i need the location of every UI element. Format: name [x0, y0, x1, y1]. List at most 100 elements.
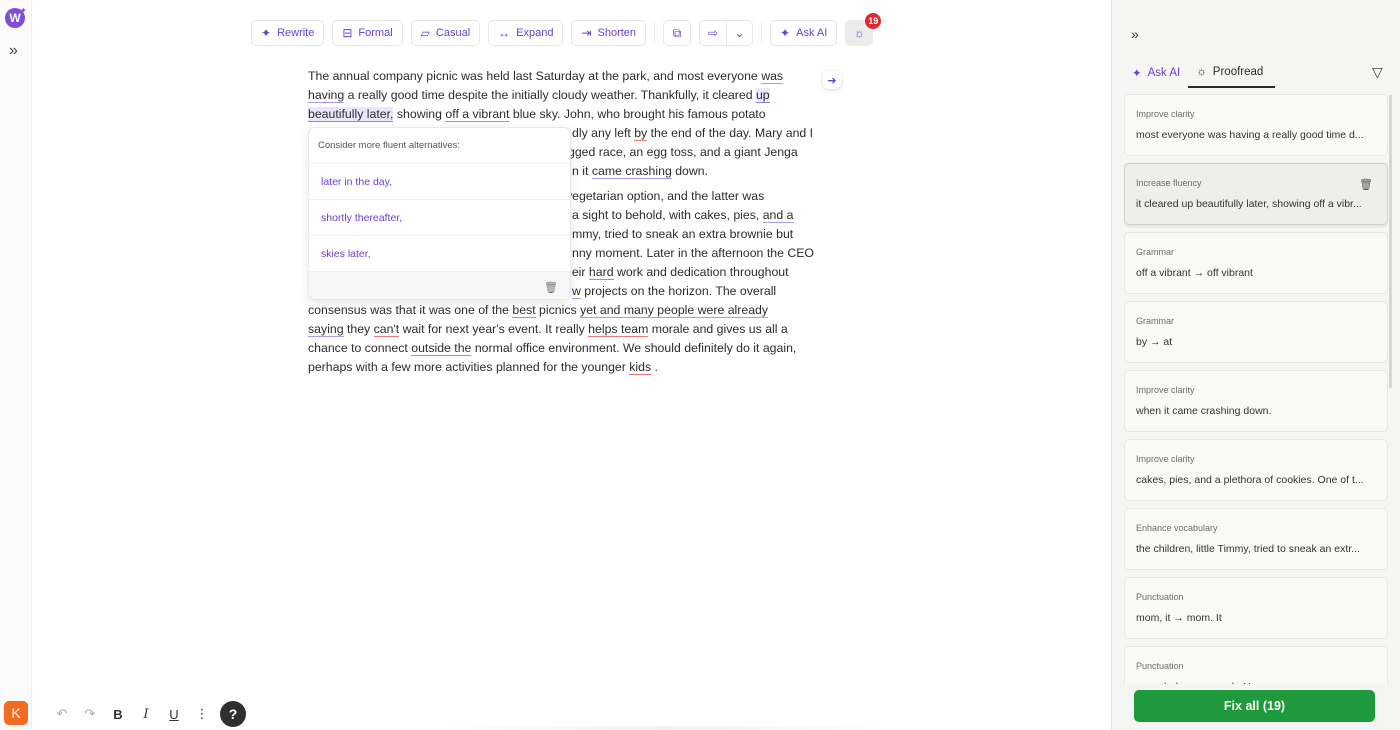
text-run: Timmy, tried to sneak an extr...: [1214, 543, 1360, 555]
suggestion-highlight[interactable]: best: [512, 303, 536, 318]
suggestion-text: mom, it → mom. It: [1136, 612, 1376, 624]
suggestion-category: Improve clarity: [1136, 109, 1195, 119]
suggestion-highlight: and a plethora of cookies.: [1194, 474, 1315, 486]
text-run: they: [343, 322, 374, 336]
suggestion-highlight[interactable]: yet and many people were already: [580, 303, 769, 318]
rewrite-button[interactable]: ✦ Rewrite: [251, 20, 325, 46]
filter-icon[interactable]: ▽: [1372, 64, 1383, 81]
text-run: → speech. He: [1187, 681, 1257, 684]
undo-icon: ↶: [56, 706, 68, 721]
suggestion-card[interactable]: Punctuation mom, it → mom. It: [1124, 577, 1388, 639]
suggestion-highlight: was having: [1207, 129, 1261, 141]
expand-label: Expand: [516, 27, 554, 39]
popover-heading: Consider more fluent alternatives:: [309, 128, 570, 164]
suggestion-card[interactable]: Increase fluency it cleared up beautifull…: [1124, 163, 1388, 225]
text-run: it cleared: [1136, 198, 1182, 210]
suggestion-card[interactable]: Enhance vocabulary the children, little T…: [1124, 508, 1388, 570]
underline-icon: U: [169, 706, 179, 722]
help-button[interactable]: ?: [220, 701, 246, 727]
left-rail: W ✦ » K: [0, 0, 32, 730]
suggestion-highlight[interactable]: and a: [762, 208, 794, 223]
tab-proofread-label: Proofread: [1212, 66, 1264, 78]
toolbar-divider: [761, 22, 763, 44]
formal-button[interactable]: ⊟ Formal: [332, 20, 403, 46]
panel-scrollbar[interactable]: [1389, 95, 1392, 388]
text-run: a really good time d...: [1260, 129, 1364, 141]
casual-button[interactable]: ▱ Casual: [410, 20, 481, 46]
dismiss-trash-icon[interactable]: 🗑: [544, 281, 558, 294]
suggestion-category: Grammar: [1136, 247, 1174, 257]
shorten-button[interactable]: ⇥ Shorten: [571, 20, 647, 46]
user-avatar[interactable]: K: [4, 701, 28, 725]
suggestion-card[interactable]: Improve clarity cakes, pies, and a pletho…: [1124, 439, 1388, 501]
suggestion-card[interactable]: Improve clarity when it came crashing dow…: [1124, 370, 1388, 432]
fix-all-button[interactable]: Fix all (19): [1134, 690, 1375, 722]
more-options-button[interactable]: ⋮: [188, 703, 216, 725]
suggestion-highlight: mom, it: [1136, 612, 1171, 624]
expand-button[interactable]: ↔ Expand: [488, 20, 564, 46]
text-run: normal office environment. We should def…: [471, 341, 797, 355]
suggestion-category: Punctuation: [1136, 661, 1184, 671]
tab-proofread[interactable]: ☼ Proofread: [1188, 58, 1276, 88]
ask-ai-label: Ask AI: [796, 27, 828, 39]
suggestion-text: when it came crashing down.: [1136, 405, 1376, 417]
suggestion-highlight[interactable]: helps team: [588, 322, 649, 337]
bold-button[interactable]: B: [104, 703, 132, 725]
proofread-toggle-button[interactable]: ☼ 19: [845, 13, 882, 46]
suggestion-card[interactable]: Grammar by → at: [1124, 301, 1388, 363]
folder-icon: ▱: [420, 26, 430, 40]
suggestion-popover: Consider more fluent alternatives: later…: [308, 127, 571, 300]
text-run: dly any left: [572, 126, 635, 140]
text-run: nny moment. Later in the afternoon the C…: [572, 246, 814, 260]
suggestion-card[interactable]: Improve clarity most everyone was having …: [1124, 94, 1388, 156]
italic-button[interactable]: I: [132, 703, 160, 725]
tab-ask-ai[interactable]: ✦ Ask AI: [1124, 58, 1188, 88]
text-run: perhaps with a few more activities plann…: [308, 360, 630, 374]
sparkles-icon: ✦: [261, 26, 272, 40]
proofread-panel: » ✦ Ask AI ☼ Proofread ▽ Improve clarity…: [1111, 0, 1400, 730]
suggestion-highlight[interactable]: off a vibrant: [445, 107, 510, 122]
suggestion-card[interactable]: Grammar off a vibrant → off vibrant: [1124, 232, 1388, 294]
redo-button[interactable]: ↷: [76, 703, 104, 725]
suggestion-option[interactable]: skies later,: [309, 236, 570, 272]
send-to-panel-arrow-icon[interactable]: ➜: [823, 71, 841, 89]
suggestion-list: Improve clarity most everyone was having …: [1124, 94, 1388, 684]
suggestion-highlight: little: [1196, 543, 1215, 555]
suggestion-highlight[interactable]: saying: [308, 322, 344, 337]
text-run: chance to connect: [308, 341, 412, 355]
continue-writing-button[interactable]: ⇨: [700, 21, 726, 45]
suggestion-highlight[interactable]: came crashing: [591, 164, 672, 179]
underline-button[interactable]: U: [160, 703, 188, 725]
sparkle-icon: ✦: [1132, 68, 1142, 80]
popover-footer: 🗑: [309, 272, 570, 299]
text-run: when it: [1136, 405, 1173, 417]
continue-options-dropdown[interactable]: ⌄: [726, 21, 752, 45]
suggestion-option[interactable]: later in the day,: [309, 164, 570, 200]
suggestion-highlight[interactable]: can't: [373, 322, 400, 337]
sparkle-icon: ✦: [20, 6, 27, 15]
suggestion-highlight: by: [1136, 336, 1148, 348]
chevron-down-icon: ⌄: [734, 26, 745, 40]
expand-sidebar-icon[interactable]: »: [9, 42, 18, 60]
suggestion-count-badge: 19: [865, 13, 882, 29]
expand-arrows-icon: ↔: [498, 26, 511, 40]
suggestion-highlight[interactable]: w: [572, 284, 581, 299]
briefcase-icon: ⊟: [342, 26, 353, 40]
suggestion-text: the children, little Timmy, tried to sne…: [1136, 543, 1376, 555]
suggestion-highlight[interactable]: hard: [588, 265, 614, 280]
format-toolbar: ↶ ↷ B I U ⋮ ?: [48, 701, 246, 727]
suggestion-highlight[interactable]: outside the: [411, 341, 472, 356]
dismiss-trash-icon[interactable]: 🗑: [1359, 178, 1373, 191]
collapse-panel-icon[interactable]: »: [1131, 26, 1139, 42]
text-run: wait for next year's event. It really: [399, 322, 589, 336]
suggestion-option[interactable]: shortly thereafter,: [309, 200, 570, 236]
suggestion-highlight[interactable]: by: [634, 126, 648, 141]
suggestion-card[interactable]: Punctuation speech, he → speech. He: [1124, 646, 1388, 684]
ai-toolbar: ✦ Rewrite ⊟ Formal ▱ Casual ↔ Expand ⇥ S…: [251, 13, 882, 46]
ask-ai-button[interactable]: ✦ Ask AI: [770, 20, 838, 46]
suggestion-highlight[interactable]: kids: [629, 360, 652, 375]
undo-button[interactable]: ↶: [48, 703, 76, 725]
suggestion-category: Increase fluency: [1136, 178, 1202, 188]
translate-button[interactable]: ⧉: [663, 20, 692, 46]
text-run: most everyone: [1136, 129, 1208, 141]
